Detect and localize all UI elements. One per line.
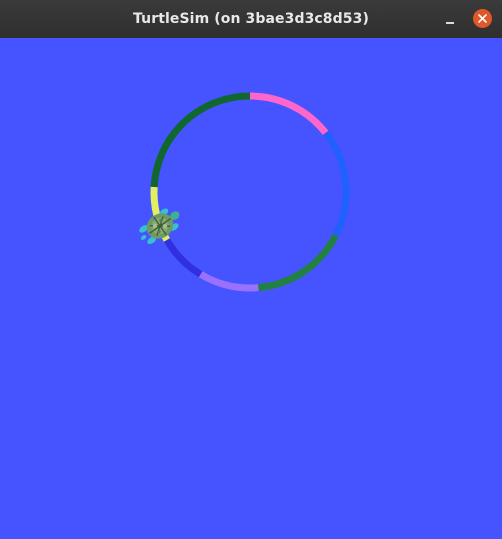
- title-bar[interactable]: TurtleSim (on 3bae3d3c8d53): [0, 0, 502, 38]
- close-icon: [478, 14, 487, 23]
- window-title: TurtleSim (on 3bae3d3c8d53): [133, 11, 369, 27]
- close-button[interactable]: [473, 9, 492, 28]
- turtle-canvas: [0, 38, 502, 539]
- turtlesim-window: TurtleSim (on 3bae3d3c8d53): [0, 0, 502, 539]
- minimize-button[interactable]: [441, 10, 459, 28]
- minimize-icon: [446, 22, 454, 24]
